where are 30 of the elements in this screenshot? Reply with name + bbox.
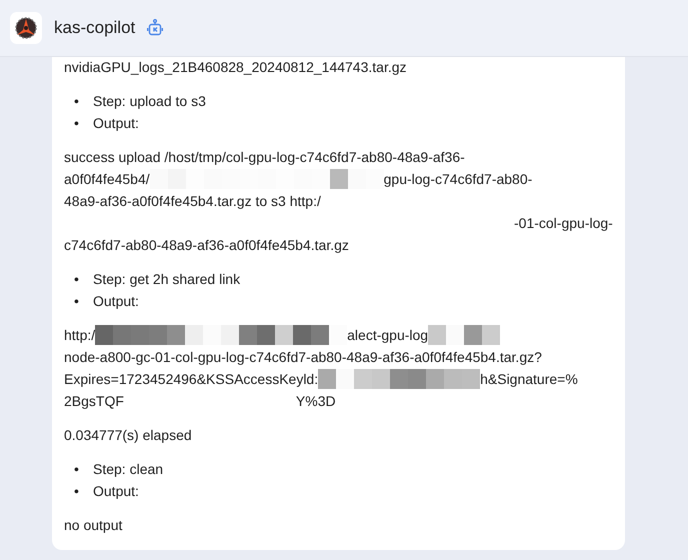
list-item: Step: upload to s3: [93, 92, 206, 111]
list-item: Output:: [93, 482, 139, 501]
bullet: •: [74, 92, 80, 111]
bullet: •: [74, 292, 80, 311]
message-text: c74c6fd7-ab80-48a9-af36-a0f0f4fe45b4.tar.gz: [64, 236, 349, 255]
message-text: node-a800-gc-01-col-gpu-log-c74c6fd7-ab80-48a9-af36-a0f0f4fe45b4.tar.gz?: [64, 348, 542, 367]
message-text: nvidiaGPU_logs_21B460828_20240812_144743.tar.gz: [64, 58, 407, 77]
message-text: no output: [64, 516, 122, 535]
bullet: •: [74, 270, 80, 289]
bullet: •: [74, 114, 80, 133]
list-item: Output:: [93, 292, 139, 311]
message-text: a0f0f4fe45b4/: [64, 170, 150, 189]
message-text: 48a9-af36-a0f0f4fe45b4.tar.gz to s3 http:/: [64, 192, 321, 211]
message-text: 0.034777(s) elapsed: [64, 426, 192, 445]
list-item: Step: get 2h shared link: [93, 270, 240, 289]
message-text: success upload /host/tmp/col-gpu-log-c74c6fd7-ab80-48a9-af36-: [64, 148, 465, 167]
message-text: Y%3D: [296, 392, 336, 411]
message-text: -01-col-gpu-log-: [514, 214, 613, 233]
message-text: 2BgsTQF: [64, 392, 124, 411]
message-text: h&Signature=%: [480, 370, 578, 389]
list-item: Output:: [93, 114, 139, 133]
message-text: gpu-log-c74c6fd7-ab80-: [384, 170, 532, 189]
message-text: alect-gpu-log: [347, 326, 428, 345]
bullet: •: [74, 482, 80, 501]
list-item: Step: clean: [93, 460, 164, 479]
chat-title: kas-copilot: [54, 18, 136, 38]
message-text: Expires=1723452496&KSSAccessKeyld:: [64, 370, 318, 389]
robot-icon: [147, 19, 164, 37]
bullet: •: [74, 460, 80, 479]
message-text: http:/: [64, 326, 96, 345]
